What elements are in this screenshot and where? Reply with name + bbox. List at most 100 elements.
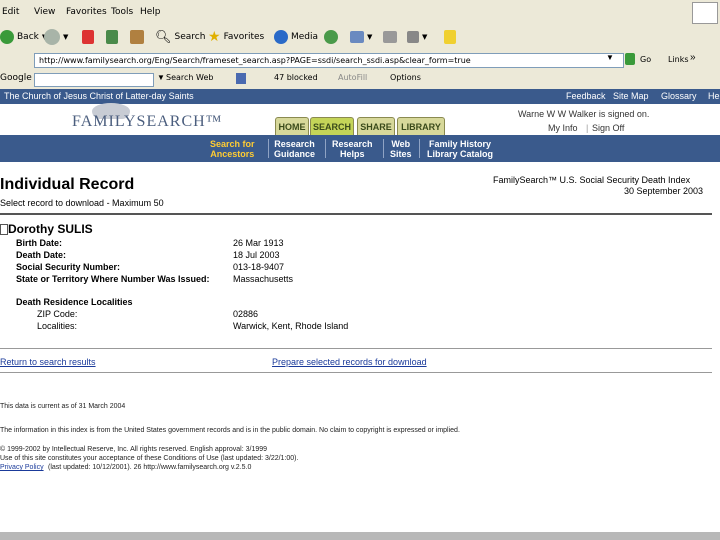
- nav-search-ancestors[interactable]: Search for Ancestors: [210, 139, 255, 159]
- nav-research-helps[interactable]: Research Helps: [332, 139, 373, 159]
- status-bar: [0, 532, 720, 540]
- print-button[interactable]: [383, 28, 397, 46]
- public-domain-note: The information in this index is from th…: [0, 427, 460, 434]
- ssn-value: 013-18-9407: [233, 262, 285, 272]
- toolbar: Back ▼ ▼ 🔍︎ Search ★ Favorites Media ▼ ▼: [0, 24, 720, 51]
- menu-edit[interactable]: Edit: [2, 7, 19, 17]
- refresh-button[interactable]: [106, 28, 118, 46]
- print-icon: [383, 31, 397, 43]
- autofill-button[interactable]: AutoFill: [338, 73, 367, 82]
- return-to-results-link[interactable]: Return to search results: [0, 357, 96, 367]
- sign-off-link[interactable]: Sign Off: [592, 123, 624, 133]
- death-date-value: 18 Jul 2003: [233, 250, 280, 260]
- media-icon: [274, 30, 288, 44]
- tab-home[interactable]: HOME: [275, 117, 309, 135]
- chevron-right-icon[interactable]: »: [690, 52, 696, 63]
- localities-value: Warwick, Kent, Rhode Island: [233, 321, 349, 331]
- pagerank-icon[interactable]: [236, 73, 246, 84]
- forward-arrow-icon: [44, 29, 60, 45]
- stop-button[interactable]: [82, 28, 94, 46]
- star-icon: ★: [208, 29, 221, 45]
- favorites-button[interactable]: ★ Favorites: [208, 28, 264, 46]
- record-source: FamilySearch™ U.S. Social Security Death…: [493, 175, 691, 185]
- nav-web-sites[interactable]: Web Sites: [390, 139, 412, 159]
- dropdown-icon: ▼: [63, 33, 69, 41]
- my-info-link[interactable]: My Info: [548, 123, 578, 133]
- search-web-button[interactable]: Search Web: [166, 73, 213, 82]
- edit-button[interactable]: ▼: [407, 28, 427, 46]
- ssn-label: Social Security Number:: [16, 262, 121, 272]
- record-date: 30 September 2003: [624, 186, 704, 196]
- go-arrow-icon[interactable]: [625, 53, 635, 65]
- mail-button[interactable]: ▼: [350, 28, 372, 46]
- menu-view[interactable]: View: [34, 7, 55, 17]
- options-button[interactable]: Options: [390, 73, 421, 82]
- birth-date-label: Birth Date:: [16, 238, 63, 248]
- popup-blocker-button[interactable]: 47 blocked: [274, 73, 318, 82]
- menu-tools[interactable]: Tools: [111, 7, 133, 17]
- data-current-note: This data is current as of 31 March 2004: [0, 403, 126, 410]
- nav-divider: [325, 139, 326, 158]
- dropdown-icon[interactable]: ▼: [157, 73, 165, 82]
- address-input[interactable]: http://www.familysearch.org/Eng/Search/f…: [34, 53, 624, 68]
- links-label[interactable]: Links: [668, 55, 689, 64]
- glossary-link[interactable]: Glossary: [661, 91, 697, 101]
- address-bar: http://www.familysearch.org/Eng/Search/f…: [0, 50, 720, 71]
- death-date-label: Death Date:: [16, 250, 67, 260]
- google-search-input[interactable]: [34, 73, 154, 87]
- prepare-download-link[interactable]: Prepare selected records for download: [272, 357, 427, 367]
- back-arrow-icon: [0, 30, 14, 44]
- privacy-policy-link[interactable]: Privacy Policy: [0, 464, 44, 471]
- home-button[interactable]: [130, 28, 144, 46]
- nav-divider: [268, 139, 269, 158]
- state-issued-value: Massachusetts: [233, 274, 294, 284]
- site-map-link[interactable]: Site Map: [613, 91, 649, 101]
- forward-button[interactable]: ▼: [44, 28, 68, 46]
- tab-library[interactable]: LIBRARY: [397, 117, 445, 135]
- back-button[interactable]: Back ▼: [0, 28, 47, 46]
- address-dropdown-icon[interactable]: ▼: [606, 53, 614, 62]
- google-toolbar: Google - ▼ Search Web 47 blocked AutoFil…: [0, 70, 720, 90]
- copyright-note: © 1999-2002 by Intellectual Reserve, Inc…: [0, 446, 268, 453]
- google-label[interactable]: Google -: [0, 73, 38, 83]
- menu-bar: Edit View Favorites Tools Help: [0, 0, 720, 25]
- divider: [0, 213, 712, 215]
- feedback-link[interactable]: Feedback: [566, 91, 606, 101]
- tab-search[interactable]: SEARCH: [310, 117, 354, 135]
- signed-in-status: Warne W W Walker is signed on.: [518, 109, 650, 119]
- person-name: Dorothy SULIS: [8, 222, 93, 236]
- nav-family-history-library-catalog[interactable]: Family History Library Catalog: [427, 139, 493, 159]
- messenger-button[interactable]: [444, 28, 456, 46]
- localities-label: Localities:: [37, 321, 78, 331]
- history-icon: [324, 30, 338, 44]
- zip-code-value: 02886: [233, 309, 259, 319]
- history-button[interactable]: [324, 28, 338, 46]
- search-button[interactable]: 🔍︎ Search: [155, 28, 205, 46]
- tab-share[interactable]: SHARE: [357, 117, 395, 135]
- nav-research-guidance[interactable]: Research Guidance: [274, 139, 315, 159]
- mail-icon: [350, 31, 364, 43]
- media-button[interactable]: Media: [274, 28, 318, 46]
- search-icon: 🔍︎: [155, 29, 172, 45]
- dropdown-icon: ▼: [422, 33, 428, 41]
- dropdown-icon: ▼: [367, 33, 373, 41]
- church-name: The Church of Jesus Christ of Latter-day…: [4, 91, 194, 101]
- privacy-updated-note: (last updated: 10/12/2001). 26 http://ww…: [48, 464, 252, 471]
- download-hint: Select record to download - Maximum 50: [0, 198, 164, 208]
- menu-favorites[interactable]: Favorites: [66, 7, 107, 17]
- conditions-link[interactable]: Use of this site constitutes your accept…: [0, 455, 298, 462]
- birth-date-value: 26 Mar 1913: [233, 238, 284, 248]
- nav-divider: [383, 139, 384, 158]
- refresh-icon: [106, 30, 118, 44]
- edit-icon: [407, 31, 419, 43]
- page-title: Individual Record: [0, 176, 135, 193]
- divider: [0, 348, 712, 349]
- go-button[interactable]: Go: [640, 55, 651, 64]
- familysearch-logo[interactable]: FAMILYSEARCH™: [72, 113, 222, 131]
- menu-help[interactable]: Help: [140, 7, 161, 17]
- select-record-checkbox[interactable]: [0, 224, 8, 235]
- state-issued-label: State or Territory Where Number Was Issu…: [16, 274, 210, 284]
- help-link[interactable]: Help: [708, 91, 720, 101]
- note-icon: [444, 30, 456, 44]
- nav-divider: [419, 139, 420, 158]
